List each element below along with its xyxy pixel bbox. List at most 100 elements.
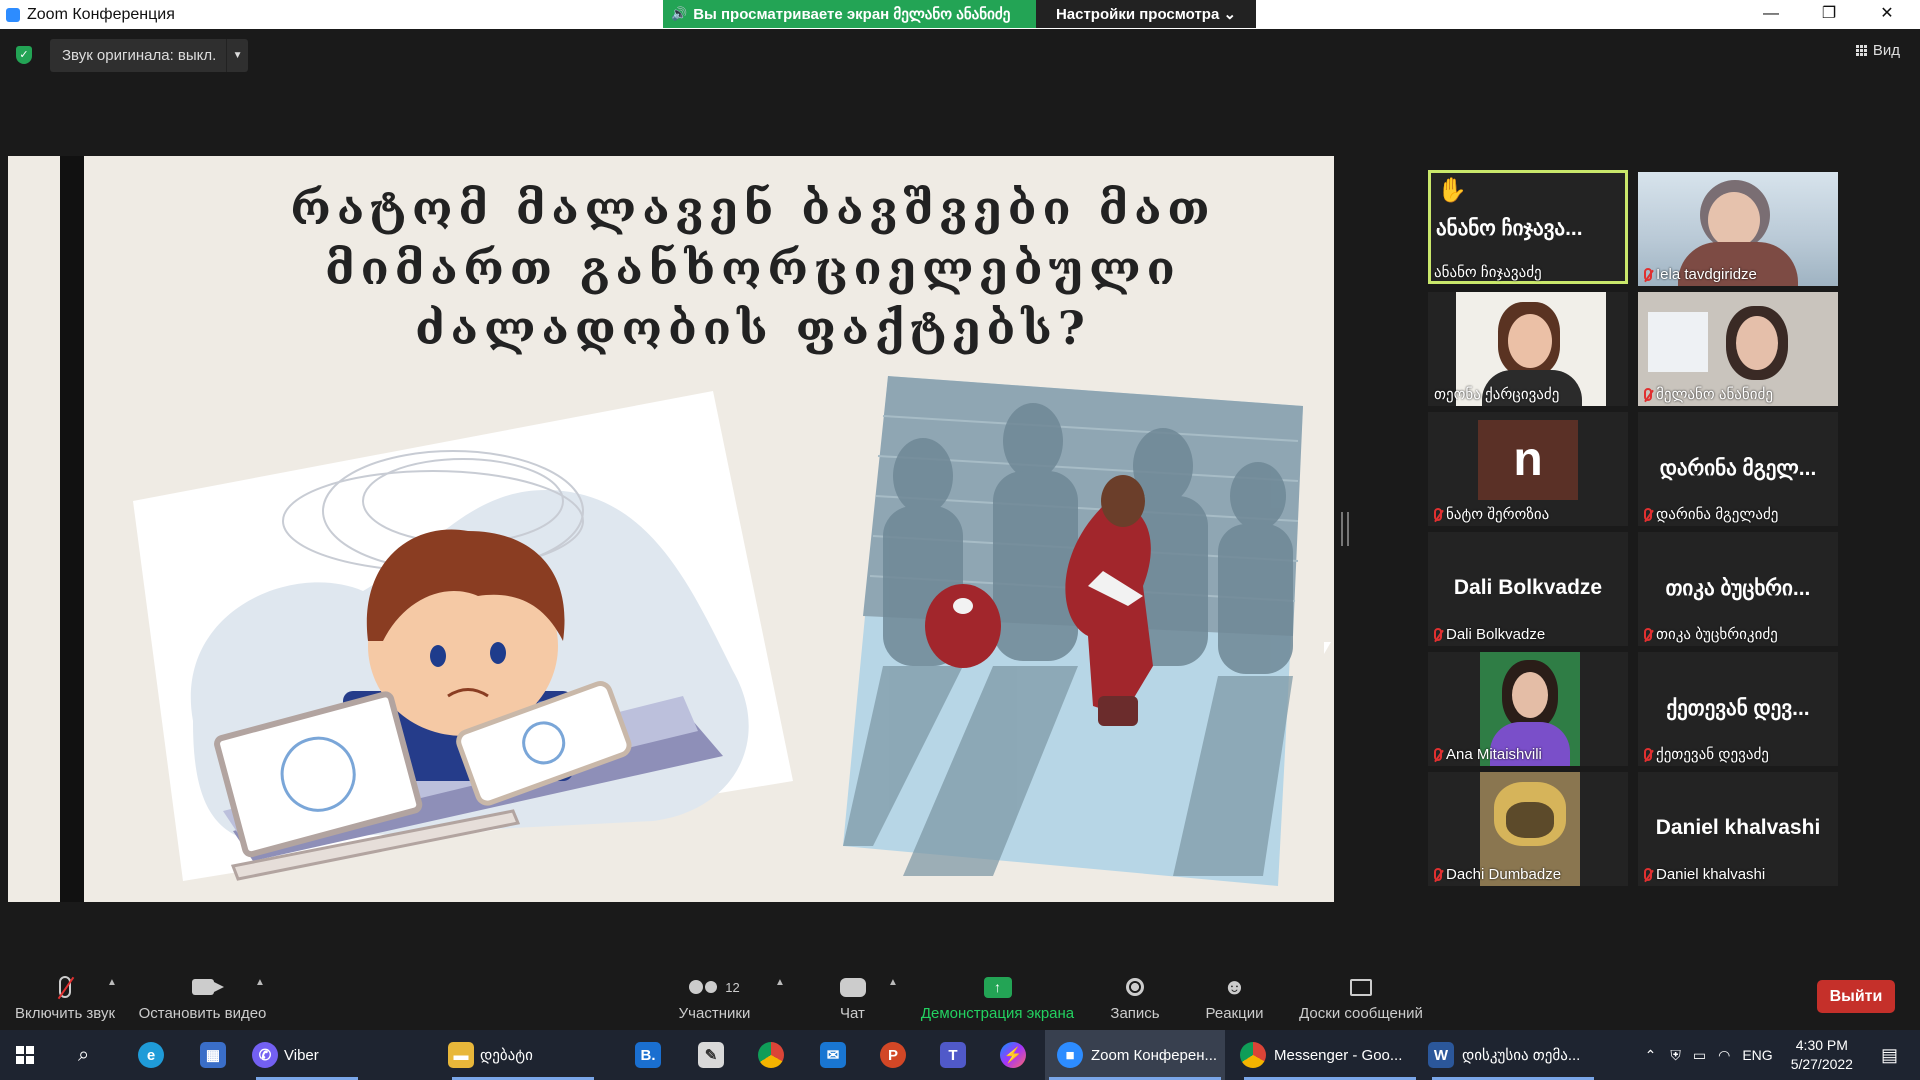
stop-video-label: Остановить видео [138, 1005, 267, 1022]
participant-tile[interactable]: n ნატო შეროზია [1428, 412, 1628, 526]
notifications-icon[interactable]: ▤ [1881, 1045, 1898, 1066]
participants-icon: 12 [672, 973, 757, 1001]
taskbar-messenger[interactable]: ⚡ [1000, 1030, 1026, 1080]
participant-name: ანანო ჩიჯავაძე [1434, 264, 1542, 281]
participant-name-label: ქეთევან დევაძე [1644, 745, 1769, 763]
participant-name: თეონა ქარცივაძე [1434, 386, 1560, 403]
participant-tile[interactable]: თეონა ქარცივაძე [1428, 292, 1628, 406]
audio-options-caret-icon[interactable]: ▲ [107, 977, 117, 988]
chat-options-caret-icon[interactable]: ▲ [888, 977, 898, 988]
search-icon[interactable]: ⌕ [78, 1030, 108, 1080]
raised-hand-icon: ✋ [1437, 177, 1467, 204]
muted-mic-icon [1644, 507, 1652, 521]
bullied-girl-illustration [843, 376, 1303, 886]
taskbar-folder[interactable]: ▬ დებატი [448, 1030, 598, 1080]
chat-button[interactable]: Чат [830, 973, 875, 1022]
mail-icon: ✉ [820, 1042, 846, 1068]
taskbar-zoom[interactable]: ■ Zoom Конферен... [1045, 1030, 1225, 1080]
view-button[interactable]: Вид [1855, 42, 1900, 59]
original-sound-label[interactable]: Звук оригинала: выкл. [50, 47, 226, 64]
muted-mic-icon [1644, 747, 1652, 761]
security-shield-icon[interactable]: ⛨ [1670, 1047, 1681, 1064]
participant-tile[interactable]: Daniel khalvashi Daniel khalvashi [1638, 772, 1838, 886]
sad-boy-laptop-illustration [133, 391, 793, 881]
chevron-down-icon[interactable]: ▼ [226, 39, 248, 72]
taskbar-chrome[interactable] [758, 1030, 784, 1080]
participant-name-label: ნატო შეროზია [1434, 505, 1549, 523]
close-button[interactable]: ✕ [1864, 2, 1910, 26]
taskbar-powerpoint[interactable]: P [880, 1030, 906, 1080]
whiteboards-button[interactable]: Доски сообщений [1295, 973, 1427, 1022]
smiley-icon: ☻ [1222, 974, 1247, 999]
participant-tile[interactable]: Dali Bolkvadze Dali Bolkvadze [1428, 532, 1628, 646]
zoom-icon: ■ [1057, 1042, 1083, 1068]
taskbar-mail[interactable]: ✉ [820, 1030, 846, 1080]
participant-name-label: Dali Bolkvadze [1434, 626, 1545, 643]
participant-tile[interactable]: ქეთევან დევ... ქეთევან დევაძე [1638, 652, 1838, 766]
leave-meeting-button[interactable]: Выйти [1817, 980, 1895, 1013]
viber-icon: ✆ [252, 1042, 278, 1068]
chat-label: Чат [840, 1005, 865, 1022]
participant-tile[interactable]: Iela tavdgiridze [1638, 172, 1838, 286]
participants-button[interactable]: 12 Участники [672, 973, 757, 1023]
taskbar-folder-label: დებატი [480, 1047, 533, 1064]
participant-display-name: Daniel khalvashi [1655, 816, 1821, 839]
slide-title-line: მიმართ განხორციელებული [325, 241, 1181, 295]
reactions-button[interactable]: ☻ Реакции [1202, 973, 1267, 1022]
share-screen-button[interactable]: ↑ Демонстрация экрана [915, 973, 1080, 1022]
participant-tile[interactable]: Ana Mitaishvili [1428, 652, 1628, 766]
participant-name-label: თეონა ქარცივაძე [1434, 385, 1559, 403]
participant-tile[interactable]: დარინა მგელ... დარინა მგელაძე [1638, 412, 1838, 526]
taskbar-store[interactable]: ▦ [200, 1030, 226, 1080]
participant-name: Dali Bolkvadze [1446, 626, 1546, 643]
participant-tile[interactable]: მელანო ანანიძე [1638, 292, 1838, 406]
chrome-icon [758, 1042, 784, 1068]
chrome-icon [1240, 1042, 1266, 1068]
participant-tile[interactable]: ✋ ანანო ჩიჯავა... ანანო ჩიჯავაძე [1428, 170, 1628, 284]
stop-video-button[interactable]: Остановить видео [135, 973, 270, 1022]
participant-name: Dachi Dumbadze [1446, 866, 1562, 883]
chevron-up-icon[interactable]: ⌃ [1645, 1047, 1657, 1064]
participants-options-caret-icon[interactable]: ▲ [775, 977, 785, 988]
share-screen-icon: ↑ [915, 973, 1080, 1001]
panel-resize-handle[interactable] [1341, 512, 1349, 546]
wifi-icon[interactable]: ◠ [1718, 1047, 1730, 1064]
view-label: Вид [1872, 42, 1900, 59]
taskbar-viber[interactable]: ✆ Viber [252, 1030, 362, 1080]
original-sound-control[interactable]: Звук оригинала: выкл. ▼ [50, 39, 248, 72]
taskbar-messenger-chrome[interactable]: Messenger - Goo... [1240, 1030, 1420, 1080]
shared-screen-slide: რატომ მალავენ ბავშვები მათ მიმართ განხორ… [8, 156, 1334, 902]
participant-tile[interactable]: Dachi Dumbadze [1428, 772, 1628, 886]
unmute-label: Включить звук [14, 1005, 116, 1022]
participant-name: Daniel khalvashi [1656, 866, 1766, 883]
restore-button[interactable]: ❐ [1806, 2, 1852, 26]
taskbar-app-b[interactable]: B. [635, 1030, 661, 1080]
speaker-icon: 🔊 [671, 6, 688, 21]
taskbar-teams[interactable]: T [940, 1030, 966, 1080]
participant-name-label: Ana Mitaishvili [1434, 746, 1542, 763]
video-options-caret-icon[interactable]: ▲ [255, 977, 265, 988]
taskbar-edge[interactable]: e [138, 1030, 164, 1080]
participant-display-name: ქეთევან დევ... [1666, 697, 1810, 720]
record-button[interactable]: Запись [1105, 973, 1165, 1022]
participant-name: თიკა ბუცხრიკიძე [1656, 626, 1778, 643]
taskbar-word[interactable]: W დისკუსია თემა... [1428, 1030, 1598, 1080]
unmute-button[interactable]: Включить звук [10, 973, 120, 1022]
clock-time: 4:30 PM [1795, 1037, 1848, 1053]
battery-icon[interactable]: ▭ [1693, 1047, 1706, 1064]
share-banner-text: Вы просматриваете экран მელანო ანანიძე [693, 6, 1011, 23]
minimize-button[interactable]: — [1748, 2, 1794, 26]
clock[interactable]: 4:30 PM 5/27/2022 [1791, 1036, 1853, 1074]
language-indicator[interactable]: ENG [1742, 1047, 1772, 1063]
encryption-shield-icon[interactable]: ✓ [16, 46, 32, 64]
participant-name-label: ანანო ჩიჯავაძე [1434, 263, 1542, 281]
window-title: Zoom Конференция [27, 6, 175, 23]
taskbar-paint[interactable]: ✎ [698, 1030, 724, 1080]
muted-mic-icon [1434, 748, 1442, 761]
participant-name: Ana Mitaishvili [1446, 746, 1542, 763]
participant-tile[interactable]: თიკა ბუცხრი... თიკა ბუცხრიკიძე [1638, 532, 1838, 646]
view-settings-button[interactable]: Настройки просмотра ⌄ [1036, 0, 1256, 28]
muted-mic-icon [1644, 627, 1652, 641]
start-button[interactable] [16, 1030, 46, 1080]
participants-label: Участники [678, 1005, 751, 1022]
